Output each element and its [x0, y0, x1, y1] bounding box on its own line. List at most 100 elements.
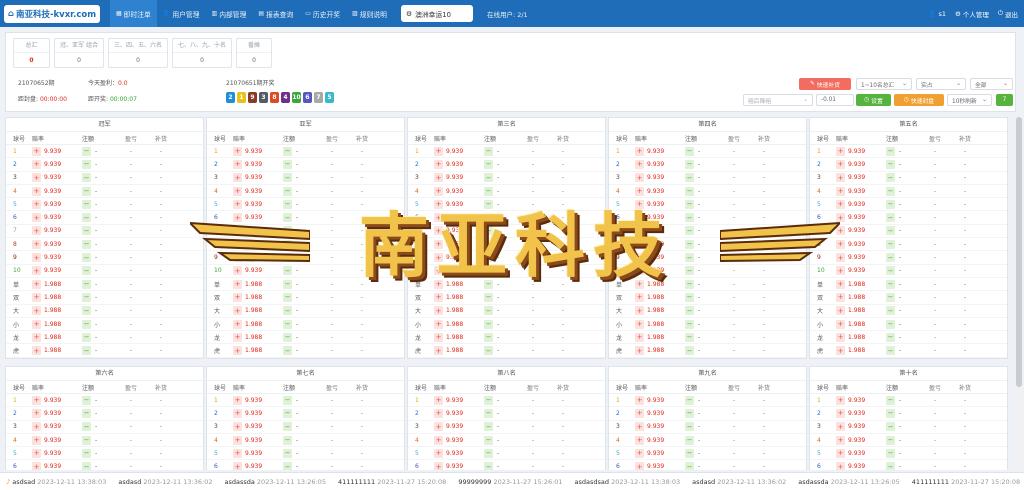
increase-odds-button[interactable]: +	[635, 186, 644, 196]
increase-odds-button[interactable]: +	[836, 253, 845, 263]
decrease-odds-button[interactable]: −	[82, 422, 91, 432]
decrease-odds-button[interactable]: −	[484, 159, 493, 169]
stat-box[interactable]: 番摊 0	[236, 38, 272, 68]
decrease-odds-button[interactable]: −	[283, 448, 292, 458]
decrease-odds-button[interactable]: −	[283, 332, 292, 342]
settings-button[interactable]: ◷ 设置	[856, 94, 891, 106]
increase-odds-button[interactable]: +	[233, 146, 242, 156]
increase-odds-button[interactable]: +	[836, 199, 845, 209]
decrease-odds-button[interactable]: −	[484, 408, 493, 418]
scrollbar[interactable]	[1016, 117, 1022, 470]
increase-odds-button[interactable]: +	[635, 435, 644, 445]
increase-odds-button[interactable]: +	[32, 173, 41, 183]
mode-select[interactable]: 实占 ⌄	[916, 78, 966, 90]
decrease-odds-button[interactable]: −	[283, 422, 292, 432]
increase-odds-button[interactable]: +	[635, 159, 644, 169]
nav-item[interactable]: ▭ 历史开奖	[299, 0, 346, 27]
decrease-odds-button[interactable]: −	[484, 448, 493, 458]
decrease-odds-button[interactable]: −	[685, 213, 694, 223]
increase-odds-button[interactable]: +	[434, 266, 443, 276]
decrease-odds-button[interactable]: −	[886, 146, 895, 156]
increase-odds-button[interactable]: +	[635, 266, 644, 276]
nav-item[interactable]: ▨ 规则说明	[346, 0, 393, 27]
decrease-odds-button[interactable]: −	[82, 186, 91, 196]
increase-odds-button[interactable]: +	[32, 253, 41, 263]
decrease-odds-button[interactable]: −	[82, 226, 91, 236]
stat-box[interactable]: 七、八、九、十名 0	[172, 38, 232, 68]
increase-odds-button[interactable]: +	[434, 279, 443, 289]
increase-odds-button[interactable]: +	[233, 435, 242, 445]
increase-odds-button[interactable]: +	[233, 292, 242, 302]
stat-box[interactable]: 总汇 0	[13, 38, 50, 68]
increase-odds-button[interactable]: +	[434, 319, 443, 329]
decrease-odds-button[interactable]: −	[283, 279, 292, 289]
increase-odds-button[interactable]: +	[32, 319, 41, 329]
decrease-odds-button[interactable]: −	[82, 408, 91, 418]
decrease-odds-button[interactable]: −	[886, 319, 895, 329]
increase-odds-button[interactable]: +	[32, 306, 41, 316]
decrease-odds-button[interactable]: −	[886, 266, 895, 276]
decrease-odds-button[interactable]: −	[82, 332, 91, 342]
increase-odds-button[interactable]: +	[434, 173, 443, 183]
decrease-odds-button[interactable]: −	[484, 332, 493, 342]
decrease-odds-button[interactable]: −	[685, 332, 694, 342]
decrease-odds-button[interactable]: −	[283, 239, 292, 249]
increase-odds-button[interactable]: +	[233, 186, 242, 196]
decrease-odds-button[interactable]: −	[685, 253, 694, 263]
decrease-odds-button[interactable]: −	[685, 173, 694, 183]
decrease-odds-button[interactable]: −	[484, 292, 493, 302]
decrease-odds-button[interactable]: −	[685, 292, 694, 302]
decrease-odds-button[interactable]: −	[685, 266, 694, 276]
increase-odds-button[interactable]: +	[32, 395, 41, 405]
increase-odds-button[interactable]: +	[635, 279, 644, 289]
increase-odds-button[interactable]: +	[434, 306, 443, 316]
decrease-odds-button[interactable]: −	[886, 408, 895, 418]
decrease-odds-button[interactable]: −	[886, 186, 895, 196]
increase-odds-button[interactable]: +	[836, 435, 845, 445]
user-menu[interactable]: 👤 s1	[928, 10, 946, 18]
increase-odds-button[interactable]: +	[233, 266, 242, 276]
decrease-odds-button[interactable]: −	[685, 408, 694, 418]
increase-odds-button[interactable]: +	[32, 239, 41, 249]
decrease-odds-button[interactable]: −	[685, 199, 694, 209]
increase-odds-button[interactable]: +	[233, 173, 242, 183]
increase-odds-button[interactable]: +	[32, 408, 41, 418]
increase-odds-button[interactable]: +	[836, 448, 845, 458]
decrease-odds-button[interactable]: −	[886, 306, 895, 316]
decrease-odds-button[interactable]: −	[283, 435, 292, 445]
increase-odds-button[interactable]: +	[32, 435, 41, 445]
nav-item[interactable]: 👤 用户管理	[157, 0, 206, 27]
increase-odds-button[interactable]: +	[434, 186, 443, 196]
increase-odds-button[interactable]: +	[635, 306, 644, 316]
increase-odds-button[interactable]: +	[836, 266, 845, 276]
nav-item[interactable]: ▦ 即时注单	[110, 0, 157, 27]
decrease-odds-button[interactable]: −	[82, 319, 91, 329]
increase-odds-button[interactable]: +	[635, 332, 644, 342]
decrease-odds-button[interactable]: −	[283, 186, 292, 196]
decrease-odds-button[interactable]: −	[886, 226, 895, 236]
increase-odds-button[interactable]: +	[836, 319, 845, 329]
decrease-odds-button[interactable]: −	[886, 332, 895, 342]
increase-odds-button[interactable]: +	[434, 408, 443, 418]
increase-odds-button[interactable]: +	[233, 226, 242, 236]
increase-odds-button[interactable]: +	[233, 279, 242, 289]
increase-odds-button[interactable]: +	[233, 448, 242, 458]
increase-odds-button[interactable]: +	[836, 306, 845, 316]
stat-box[interactable]: 三、四、五、六名 0	[108, 38, 168, 68]
decrease-odds-button[interactable]: −	[484, 253, 493, 263]
increase-odds-button[interactable]: +	[434, 395, 443, 405]
decrease-odds-button[interactable]: −	[484, 422, 493, 432]
decrease-odds-button[interactable]: −	[82, 306, 91, 316]
decrease-odds-button[interactable]: −	[484, 266, 493, 276]
increase-odds-button[interactable]: +	[233, 253, 242, 263]
decrease-odds-button[interactable]: −	[484, 279, 493, 289]
decrease-odds-button[interactable]: −	[82, 146, 91, 156]
increase-odds-button[interactable]: +	[635, 173, 644, 183]
increase-odds-button[interactable]: +	[434, 226, 443, 236]
increase-odds-button[interactable]: +	[434, 462, 443, 470]
decrease-odds-button[interactable]: −	[283, 266, 292, 276]
increase-odds-button[interactable]: +	[836, 395, 845, 405]
decrease-odds-button[interactable]: −	[283, 319, 292, 329]
decrease-odds-button[interactable]: −	[82, 448, 91, 458]
decrease-odds-button[interactable]: −	[82, 173, 91, 183]
